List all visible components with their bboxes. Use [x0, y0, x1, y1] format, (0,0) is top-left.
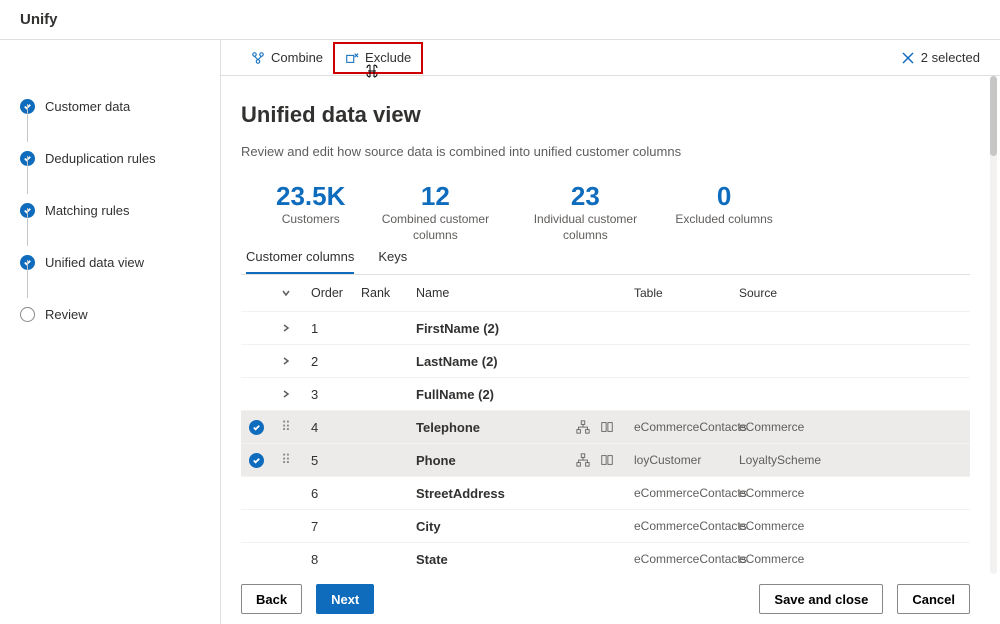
- chevron-right-icon[interactable]: [271, 323, 301, 333]
- app-title: Unify: [0, 0, 1000, 40]
- toolbar: Combine Exclude 2 selected: [221, 40, 1000, 76]
- drag-handle-icon[interactable]: ⠿: [271, 419, 301, 435]
- exclude-icon: [345, 51, 359, 65]
- save-and-close-button[interactable]: Save and close: [759, 584, 883, 614]
- check-icon: [20, 255, 35, 270]
- step-label: Matching rules: [45, 203, 130, 218]
- step-deduplication-rules[interactable]: Deduplication rules: [20, 132, 220, 184]
- page-heading: Unified data view: [241, 102, 970, 128]
- selected-text: 2 selected: [921, 50, 980, 65]
- combine-button[interactable]: Combine: [241, 43, 333, 73]
- table-row[interactable]: 1 FirstName (2): [241, 311, 970, 344]
- stat-customers: 23.5KCustomers: [276, 181, 345, 243]
- table-row[interactable]: 2 LastName (2): [241, 344, 970, 377]
- step-matching-rules[interactable]: Matching rules: [20, 184, 220, 236]
- chevron-down-icon[interactable]: [271, 288, 301, 298]
- table-row[interactable]: 3 FullName (2): [241, 377, 970, 410]
- chevron-right-icon[interactable]: [271, 356, 301, 366]
- step-unified-data-view[interactable]: Unified data view: [20, 236, 220, 288]
- footer: Back Next Save and close Cancel: [221, 574, 1000, 624]
- check-icon: [20, 151, 35, 166]
- circle-icon: [20, 307, 35, 322]
- page-subtitle: Review and edit how source data is combi…: [241, 144, 970, 159]
- hierarchy-icon: [576, 453, 590, 467]
- table-row[interactable]: ⠿ 5 Phone loyCustomer LoyaltyScheme: [241, 443, 970, 476]
- exclude-button[interactable]: Exclude: [333, 42, 423, 74]
- table-row[interactable]: 8 State eCommerceContacts eCommerce: [241, 542, 970, 574]
- col-name[interactable]: Name: [416, 286, 576, 300]
- tab-customer-columns[interactable]: Customer columns: [246, 245, 354, 274]
- col-rank[interactable]: Rank: [361, 286, 416, 300]
- combine-label: Combine: [271, 50, 323, 65]
- row-checkbox[interactable]: [241, 453, 271, 468]
- check-icon: [20, 203, 35, 218]
- tab-keys[interactable]: Keys: [378, 245, 407, 274]
- table-row[interactable]: 7 City eCommerceContacts eCommerce: [241, 509, 970, 542]
- hierarchy-icon: [576, 420, 590, 434]
- check-icon: [20, 99, 35, 114]
- chevron-right-icon[interactable]: [271, 389, 301, 399]
- combine-icon: [251, 51, 265, 65]
- step-label: Review: [45, 307, 88, 322]
- step-label: Deduplication rules: [45, 151, 156, 166]
- stat-individual: 23Individual customer columns: [525, 181, 645, 243]
- wizard-sidebar: Customer data Deduplication rules Matchi…: [0, 40, 220, 624]
- table-header: Order Rank Name Table Source: [241, 275, 970, 311]
- col-source[interactable]: Source: [739, 286, 839, 300]
- cancel-button[interactable]: Cancel: [897, 584, 970, 614]
- columns-icon: [600, 453, 614, 467]
- step-customer-data[interactable]: Customer data: [20, 80, 220, 132]
- stat-excluded: 0Excluded columns: [675, 181, 772, 243]
- columns-icon: [600, 420, 614, 434]
- table-row[interactable]: ⠿ 4 Telephone eCommerceContacts eCommerc…: [241, 410, 970, 443]
- step-label: Customer data: [45, 99, 130, 114]
- next-button[interactable]: Next: [316, 584, 374, 614]
- selected-count[interactable]: 2 selected: [901, 50, 980, 65]
- step-review[interactable]: Review: [20, 288, 220, 340]
- col-table[interactable]: Table: [634, 286, 739, 300]
- col-order[interactable]: Order: [301, 286, 361, 300]
- table-row[interactable]: 6 StreetAddress eCommerceContacts eComme…: [241, 476, 970, 509]
- row-checkbox[interactable]: [241, 420, 271, 435]
- close-icon[interactable]: [901, 51, 915, 65]
- drag-handle-icon[interactable]: ⠿: [271, 452, 301, 468]
- step-label: Unified data view: [45, 255, 144, 270]
- stat-combined: 12Combined customer columns: [375, 181, 495, 243]
- back-button[interactable]: Back: [241, 584, 302, 614]
